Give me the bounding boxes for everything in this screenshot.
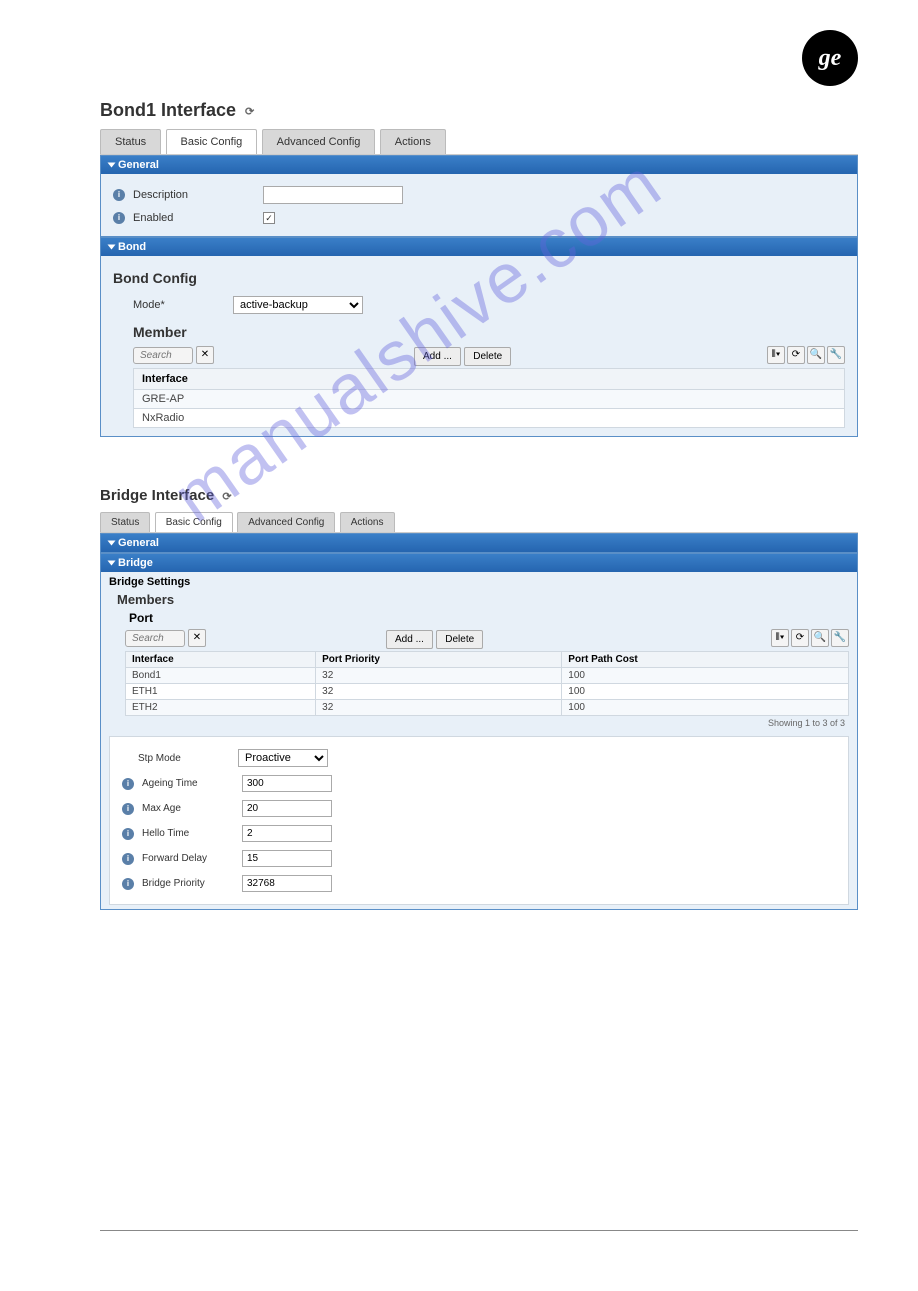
bond-config-title: Bond Config (113, 270, 845, 286)
bridge-section: Bridge Interface ⟳ Status Basic Config A… (100, 487, 858, 910)
info-icon: i (122, 878, 134, 890)
tool-icon[interactable]: 🔧 (831, 629, 849, 647)
info-icon: i (113, 212, 125, 224)
tabs-bar: Status Basic Config Advanced Config Acti… (100, 129, 858, 155)
tab-actions[interactable]: Actions (340, 512, 395, 532)
ge-logo: ge (802, 30, 858, 86)
member-search-input[interactable] (133, 347, 193, 364)
members-title: Members (117, 592, 849, 607)
refresh-icon[interactable]: ⟳ (222, 490, 231, 503)
tab-basic-config[interactable]: Basic Config (155, 512, 233, 532)
table-row[interactable]: GRE-AP (134, 390, 845, 409)
tab-basic-config[interactable]: Basic Config (166, 129, 258, 154)
page-footer-rule (100, 1230, 858, 1231)
stp-mode-label: Stp Mode (138, 753, 238, 764)
port-search-input[interactable] (125, 630, 185, 647)
add-button[interactable]: Add ... (414, 347, 461, 366)
general-header[interactable]: General (101, 156, 857, 174)
add-button[interactable]: Add ... (386, 630, 433, 649)
search-icon[interactable]: 🔍 (811, 629, 829, 647)
maxage-input[interactable] (242, 800, 332, 817)
chevron-down-icon (108, 245, 116, 250)
table-row[interactable]: NxRadio (134, 409, 845, 428)
member-title: Member (133, 324, 845, 340)
info-icon: i (122, 803, 134, 815)
tab-status[interactable]: Status (100, 512, 150, 532)
columns-icon[interactable]: ⫴▾ (771, 629, 789, 647)
col-priority[interactable]: Port Priority (316, 652, 562, 668)
info-icon: i (122, 778, 134, 790)
member-table: Interface GRE-AP NxRadio (133, 368, 845, 428)
hello-label: Hello Time (142, 828, 242, 839)
clear-search-button[interactable]: ✕ (196, 346, 214, 364)
port-title: Port (129, 611, 153, 625)
chevron-down-icon (108, 163, 116, 168)
delete-button[interactable]: Delete (464, 347, 511, 366)
col-interface[interactable]: Interface (126, 652, 316, 668)
chevron-down-icon (108, 541, 116, 546)
mode-label: Mode* (133, 299, 233, 311)
col-interface[interactable]: Interface (134, 369, 845, 390)
page-title: Bridge Interface ⟳ (100, 487, 858, 504)
reload-icon[interactable]: ⟳ (791, 629, 809, 647)
description-label: Description (133, 189, 263, 201)
fwd-input[interactable] (242, 850, 332, 867)
tool-icon[interactable]: 🔧 (827, 346, 845, 364)
bridge-header[interactable]: Bridge (101, 554, 857, 572)
info-icon: i (113, 189, 125, 201)
delete-button[interactable]: Delete (436, 630, 483, 649)
chevron-down-icon (108, 561, 116, 566)
info-icon: i (122, 853, 134, 865)
bridge-settings-title: Bridge Settings (109, 576, 849, 588)
table-row[interactable]: Bond132100 (126, 668, 849, 684)
hello-input[interactable] (242, 825, 332, 842)
tab-actions[interactable]: Actions (380, 129, 446, 154)
tabs-bar: Status Basic Config Advanced Config Acti… (100, 512, 858, 533)
bond1-section: Bond1 Interface ⟳ Status Basic Config Ad… (100, 100, 858, 437)
refresh-icon[interactable]: ⟳ (245, 105, 254, 118)
search-icon[interactable]: 🔍 (807, 346, 825, 364)
maxage-label: Max Age (142, 803, 242, 814)
tab-status[interactable]: Status (100, 129, 161, 154)
reload-icon[interactable]: ⟳ (787, 346, 805, 364)
fwd-label: Forward Delay (142, 853, 242, 864)
tab-advanced-config[interactable]: Advanced Config (237, 512, 335, 532)
stp-mode-select[interactable]: Proactive (238, 749, 328, 767)
page-title: Bond1 Interface ⟳ (100, 100, 858, 121)
general-panel: General i Description i Enabled ✓ (100, 155, 858, 237)
columns-icon[interactable]: ⫴▾ (767, 346, 785, 364)
prio-input[interactable] (242, 875, 332, 892)
tab-advanced-config[interactable]: Advanced Config (262, 129, 376, 154)
col-cost[interactable]: Port Path Cost (562, 652, 849, 668)
mode-select[interactable]: active-backup (233, 296, 363, 314)
bond-panel: Bond Bond Config Mode* active-backup Mem… (100, 237, 858, 437)
info-icon: i (122, 828, 134, 840)
ageing-label: Ageing Time (142, 778, 242, 789)
general-panel: General (100, 533, 858, 553)
clear-search-button[interactable]: ✕ (188, 629, 206, 647)
showing-text: Showing 1 to 3 of 3 (125, 716, 849, 730)
table-row[interactable]: ETH232100 (126, 700, 849, 716)
bond-header[interactable]: Bond (101, 238, 857, 256)
table-row[interactable]: ETH132100 (126, 684, 849, 700)
prio-label: Bridge Priority (142, 878, 242, 889)
enabled-label: Enabled (133, 212, 263, 224)
port-table: Interface Port Priority Port Path Cost B… (125, 651, 849, 716)
ageing-input[interactable] (242, 775, 332, 792)
enabled-checkbox[interactable]: ✓ (263, 212, 275, 224)
general-header[interactable]: General (101, 534, 857, 552)
bridge-panel: Bridge Bridge Settings Members Port ✕ (100, 553, 858, 910)
description-input[interactable] (263, 186, 403, 204)
